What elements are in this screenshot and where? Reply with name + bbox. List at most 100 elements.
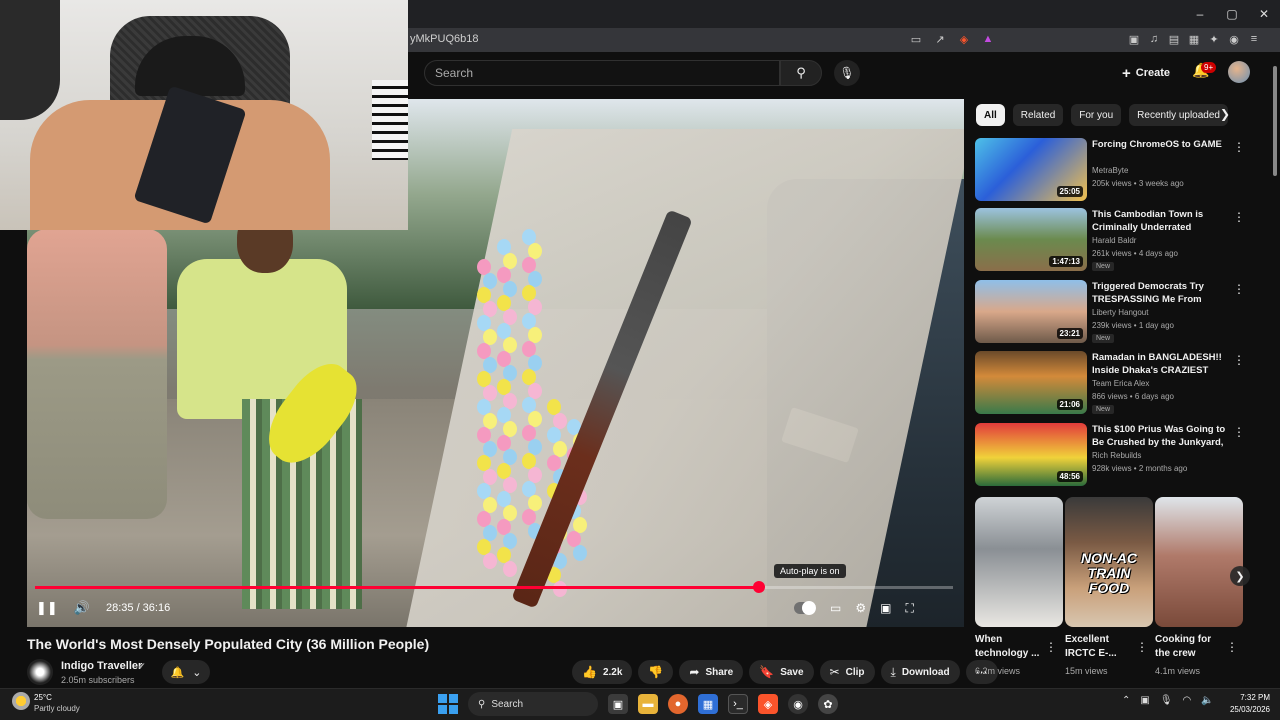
short-card[interactable] [975, 497, 1063, 627]
more-vertical-icon[interactable]: ⋮ [1226, 640, 1238, 654]
channel-name[interactable]: Indigo Traveller [61, 660, 142, 672]
cast-icon[interactable]: ▭ [908, 31, 924, 47]
recommendation-card[interactable]: 21:06 Ramadan in BANGLADESH!! Inside Dhak… [975, 351, 1255, 417]
vpn-icon[interactable]: ◉ [1226, 31, 1242, 47]
recommendation-title[interactable]: This $100 Prius Was Going to Be Crushed … [1092, 423, 1227, 449]
start-windows-icon[interactable] [438, 694, 458, 714]
more-vertical-icon[interactable]: ⋮ [1233, 282, 1245, 296]
pause-icon[interactable]: ❚❚ [36, 600, 58, 616]
recommendation-channel[interactable]: Liberty Hangout [1092, 308, 1148, 317]
channel-avatar[interactable] [27, 659, 53, 685]
close-icon[interactable]: ✕ [1248, 0, 1280, 28]
voice-search-button[interactable]: 🎙 [834, 60, 860, 86]
like-button[interactable]: 👍 2.2k [572, 660, 633, 684]
taskbar-search[interactable]: ⚲ Search [468, 692, 598, 716]
taskbar-clock-time[interactable]: 7:32 PM [1212, 693, 1270, 702]
shorts-next-button[interactable]: ❯ [1230, 566, 1250, 586]
more-vertical-icon[interactable]: ⋮ [1233, 425, 1245, 439]
short-title[interactable]: When technology ... [975, 633, 1045, 661]
video-frame-balloon [483, 553, 497, 569]
recommendation-thumbnail[interactable]: 25:05 [975, 138, 1087, 201]
account-avatar[interactable] [1228, 61, 1250, 83]
short-card[interactable]: NON-AC TRAIN FOOD [1065, 497, 1153, 627]
recommendation-card[interactable]: 25:05 Forcing ChromeOS to GAME MetraByte 20… [975, 138, 1255, 204]
more-vertical-icon[interactable]: ⋮ [1233, 140, 1245, 154]
chip-for-you[interactable]: For you [1071, 104, 1122, 126]
minimize-icon[interactable]: – [1184, 0, 1216, 28]
more-vertical-icon[interactable]: ⋮ [1045, 640, 1057, 654]
wallet-icon[interactable]: ▦ [1186, 31, 1202, 47]
chip-related[interactable]: Related [1012, 104, 1064, 126]
chip-all[interactable]: All [976, 104, 1005, 126]
scrollbar-thumb[interactable] [1273, 66, 1277, 176]
more-vertical-icon[interactable]: ⋮ [1233, 210, 1245, 224]
app-icon[interactable]: ✿ [818, 694, 838, 714]
network-app-icon[interactable]: ▣ [1140, 695, 1149, 706]
more-vertical-icon[interactable]: ⋮ [1233, 353, 1245, 367]
autoplay-toggle[interactable] [794, 601, 816, 615]
wifi-icon[interactable]: ◠ [1183, 695, 1192, 706]
microphone-icon[interactable]: 🎙 [1160, 695, 1173, 706]
recommendation-title[interactable]: Forcing ChromeOS to GAME [1092, 138, 1227, 151]
firefox-icon[interactable]: ● [668, 694, 688, 714]
sidebar-icon[interactable]: ▣ [1126, 31, 1142, 47]
recommendation-title[interactable]: Ramadan in BANGLADESH!! Inside Dhaka's C… [1092, 351, 1227, 377]
recommendation-card[interactable]: 23:21 Triggered Democrats Try TRESPASSING… [975, 280, 1255, 346]
recommendation-channel[interactable]: Team Erica Alex [1092, 379, 1149, 388]
search-input[interactable]: Search [424, 60, 780, 86]
maximize-icon[interactable]: ▢ [1216, 0, 1248, 28]
subscription-bell-button[interactable]: 🔔 ⌄ [162, 660, 210, 684]
chevron-right-icon[interactable]: ❯ [1220, 107, 1230, 121]
recommendation-channel[interactable]: Harald Baldr [1092, 236, 1136, 245]
bell-icon: 🔔 [170, 666, 185, 679]
recommendation-title[interactable]: This Cambodian Town is Criminally Underr… [1092, 208, 1227, 234]
recommendation-thumbnail[interactable]: 48:56 [975, 423, 1087, 486]
share-button[interactable]: ➦ Share [679, 660, 744, 684]
recommendation-card[interactable]: 48:56 This $100 Prius Was Going to Be Cru… [975, 423, 1255, 489]
taskbar-clock-date[interactable]: 25/03/2026 [1212, 705, 1270, 714]
brave-shield-icon[interactable]: ◈ [956, 31, 972, 47]
subtitles-icon[interactable]: ▭ [830, 601, 841, 615]
create-button[interactable]: + Create [1122, 60, 1170, 86]
settings-gear-icon[interactable]: ⚙ [855, 601, 866, 615]
short-title[interactable]: Excellent IRCTC E-... [1065, 633, 1135, 661]
weather-temperature[interactable]: 25°C [34, 693, 52, 702]
more-vertical-icon[interactable]: ⋮ [1136, 640, 1148, 654]
recommendation-thumbnail[interactable]: 21:06 [975, 351, 1087, 414]
short-title[interactable]: Cooking for the crew [1155, 633, 1225, 661]
fullscreen-icon[interactable]: ⛶ [905, 601, 913, 616]
terminal-icon[interactable]: ›_ [728, 694, 748, 714]
search-button[interactable]: ⚲ [780, 60, 822, 86]
download-button[interactable]: ⤓ Download [880, 660, 960, 684]
brave-rewards-icon[interactable]: ▲ [980, 31, 996, 47]
save-button[interactable]: 🔖 Save [749, 660, 814, 684]
task-view-icon[interactable]: ▣ [608, 694, 628, 714]
share-page-icon[interactable]: ↗ [932, 31, 948, 47]
weather-icon[interactable] [12, 692, 30, 710]
recommendation-card[interactable]: 1:47:13 This Cambodian Town is Criminally… [975, 208, 1255, 274]
reading-list-icon[interactable]: ▤ [1166, 31, 1182, 47]
miniplayer-icon[interactable]: ▣ [880, 601, 891, 615]
ai-icon[interactable]: ✦ [1206, 31, 1222, 47]
file-explorer-icon[interactable]: ▬ [638, 694, 658, 714]
short-card[interactable] [1155, 497, 1243, 627]
volume-icon[interactable]: 🔊 [74, 600, 90, 616]
store-icon[interactable]: ▦ [698, 694, 718, 714]
recommendation-thumbnail[interactable]: 1:47:13 [975, 208, 1087, 271]
chip-recently-uploaded[interactable]: Recently uploaded [1129, 104, 1228, 126]
system-tray: ⌃ ▣ 🎙 ◠ 🔈 [1122, 695, 1214, 706]
obs-icon[interactable]: ◉ [788, 694, 808, 714]
recommendation-channel[interactable]: Rich Rebuilds [1092, 451, 1141, 460]
menu-icon[interactable]: ≡ [1246, 31, 1262, 47]
url-text[interactable]: yMkPUQ6b18 [410, 33, 478, 45]
recommendation-channel[interactable]: MetraByte [1092, 166, 1128, 175]
brave-browser-icon[interactable]: ◈ [758, 694, 778, 714]
recommendation-thumbnail[interactable]: 23:21 [975, 280, 1087, 343]
progress-scrubber[interactable] [753, 581, 765, 593]
chevron-up-icon[interactable]: ⌃ [1122, 695, 1130, 706]
dislike-button[interactable]: 👎 [638, 660, 674, 684]
clip-button[interactable]: ✂ Clip [819, 660, 875, 684]
music-icon[interactable]: ♫ [1146, 31, 1162, 47]
recommendation-title[interactable]: Triggered Democrats Try TRESPASSING Me F… [1092, 280, 1227, 306]
weather-description[interactable]: Partly cloudy [34, 704, 80, 713]
